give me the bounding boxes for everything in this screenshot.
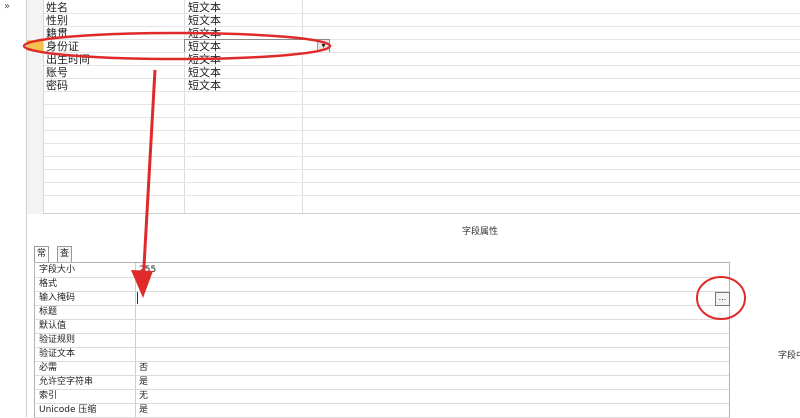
- highlight-ellipse: [696, 276, 746, 320]
- arrow-head: [131, 270, 153, 298]
- annotation-overlay: [22, 31, 746, 320]
- highlight-ellipse: [22, 31, 332, 61]
- annotation-arrow: [141, 69, 157, 285]
